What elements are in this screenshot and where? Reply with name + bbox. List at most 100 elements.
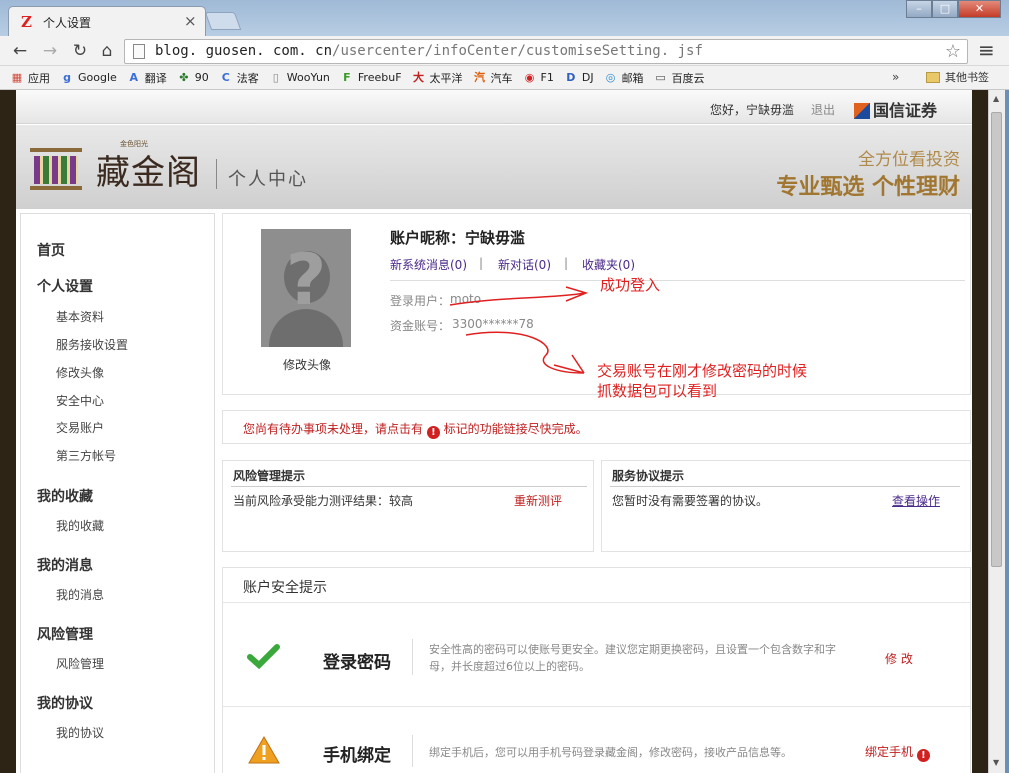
change-avatar-link[interactable]: 修改头像	[283, 356, 331, 373]
home-icon[interactable]: ⌂	[97, 41, 117, 61]
sidebar-group-risk[interactable]: 风险管理	[37, 624, 93, 644]
menu-icon[interactable]: ≡	[978, 38, 995, 62]
bookmark-item[interactable]: 汽汽车	[473, 70, 513, 86]
bookmark-item[interactable]: A 翻译	[127, 70, 167, 86]
new-tab-button[interactable]	[204, 12, 242, 30]
page-icon: ▯	[272, 70, 279, 84]
divider: |	[479, 256, 484, 270]
annotation-account-1: 交易账号在刚才修改密码的时候	[597, 362, 808, 380]
bookmark-label: 90	[194, 71, 209, 84]
risk-title: 风险管理提示	[233, 469, 306, 483]
mail-icon: ◎	[605, 70, 616, 84]
bookmark-item[interactable]: ▭ 百度云	[654, 70, 705, 86]
sidebar-item-risk[interactable]: 风险管理	[56, 655, 104, 672]
z-favicon-icon: Z	[21, 13, 32, 31]
sidebar-item-avatar[interactable]: 修改头像	[56, 364, 104, 381]
sidebar-group-messages[interactable]: 我的消息	[37, 555, 93, 575]
baidu-icon: ▭	[655, 70, 666, 84]
sidebar-item-messages[interactable]: 我的消息	[56, 586, 104, 603]
todo-text: 您尚有待办事项未处理，请点击有 ! 标记的功能链接尽快完成。	[243, 420, 588, 439]
bookmark-item[interactable]: ◎ 邮箱	[604, 70, 644, 86]
back-icon[interactable]: ←	[10, 41, 30, 61]
bookmark-label: 汽车	[490, 71, 513, 85]
sidebar-group-favorites[interactable]: 我的收藏	[37, 486, 93, 506]
apps-icon: ▦	[11, 70, 23, 84]
translate-icon: A	[129, 70, 139, 84]
bookmark-item[interactable]: 大太平洋	[412, 70, 463, 86]
question-mark-icon: ?	[285, 239, 327, 321]
sidebar-home[interactable]: 首页	[37, 240, 65, 260]
bookmark-label: WooYun	[286, 71, 330, 84]
password-desc: 安全性高的密码可以使账号更安全。建议您定期更换密码，且设置一个包含数字和字母，并…	[429, 643, 836, 673]
nickname: 账户昵称：宁缺毋滥	[390, 229, 526, 247]
password-title: 登录密码	[323, 653, 391, 673]
retest-link[interactable]: 重新测评	[514, 492, 562, 509]
favorites-link[interactable]: 收藏夹(0)	[582, 256, 635, 273]
new-chat-link[interactable]: 新对话(0)	[498, 256, 551, 273]
pconline-icon: 大	[413, 70, 425, 84]
sidebar-item-trade-account[interactable]: 交易账户	[56, 419, 104, 436]
phone-title: 手机绑定	[323, 746, 391, 766]
bookmark-label: 翻译	[144, 71, 167, 85]
todo-text-after: 标记的功能链接尽快完成。	[443, 422, 588, 436]
change-password-link[interactable]: 修 改	[885, 650, 913, 667]
page-content: 您好，宁缺毋滥 退出 国信证券 金色阳光 藏金阁 个人中心 全方位看投资 专业甄…	[16, 90, 972, 773]
guosen-logo-icon	[854, 103, 870, 119]
bookmark-90-icon: ✤	[179, 70, 189, 84]
forward-icon[interactable]: →	[40, 41, 60, 61]
bookmark-label: 百度云	[671, 71, 705, 85]
sidebar-item-security[interactable]: 安全中心	[56, 392, 104, 409]
url-text: blog. guosen. com. cn/usercenter/infoCen…	[155, 43, 703, 59]
maximize-icon[interactable]: □	[932, 0, 958, 18]
minimize-icon[interactable]: –	[906, 0, 932, 18]
security-panel: 账户安全提示 登录密码 安全性高的密码可以使账号更安全。建议您定期更换密码，且设…	[222, 567, 971, 773]
other-bookmarks[interactable]: 其他书签	[926, 69, 989, 85]
sidebar-item-service[interactable]: 服务接收设置	[56, 336, 128, 353]
logout-link[interactable]: 退出	[811, 101, 835, 118]
close-window-icon[interactable]: ✕	[958, 0, 1001, 18]
brand-name: 藏金阁	[96, 153, 201, 193]
security-row-phone: 手机绑定 绑定手机后，您可以用手机号码登录藏金阁，修改密码，接收产品信息等。 绑…	[223, 706, 970, 773]
bind-phone-link[interactable]: 绑定手机 !	[865, 743, 930, 762]
view-operation-link[interactable]: 查看操作	[892, 492, 940, 509]
bookmark-item[interactable]: ▦ 应用	[10, 70, 50, 86]
bookmark-item[interactable]: C 法客	[219, 70, 259, 86]
bookmark-item[interactable]: F FreebuF	[340, 71, 401, 85]
scroll-down-icon[interactable]: ▼	[993, 758, 999, 767]
folder-icon	[926, 71, 940, 83]
banner-divider	[216, 159, 217, 189]
annotation-login-ok: 成功登入	[600, 276, 661, 294]
banner: 金色阳光 藏金阁 个人中心 全方位看投资 专业甄选 个性理财	[16, 125, 972, 209]
reload-icon[interactable]: ↻	[70, 41, 90, 61]
row-divider	[412, 735, 413, 767]
alert-icon: !	[916, 749, 930, 762]
todo-text-before: 您尚有待办事项未处理，请点击有	[243, 422, 424, 436]
system-messages-link[interactable]: 新系统消息(0)	[390, 256, 467, 273]
sidebar-item-basic-info[interactable]: 基本资料	[56, 308, 104, 325]
security-title: 账户安全提示	[243, 580, 327, 596]
scrollbar-thumb[interactable]	[991, 112, 1002, 567]
security-row-password: 登录密码 安全性高的密码可以使账号更安全。建议您定期更换密码，且设置一个包含数字…	[223, 602, 970, 706]
broker-logo: 国信证券	[854, 97, 937, 121]
sidebar-group-settings[interactable]: 个人设置	[37, 276, 93, 296]
google-icon: g	[63, 70, 71, 84]
scroll-up-icon[interactable]: ▲	[993, 94, 999, 103]
bookmark-item[interactable]: ✤ 90	[177, 71, 209, 85]
address-bar[interactable]: blog. guosen. com. cn/usercenter/infoCen…	[124, 39, 968, 64]
tab-close-icon[interactable]: ×	[184, 12, 197, 30]
tab-active[interactable]: Z 个人设置 ×	[8, 6, 206, 36]
checkmark-icon	[247, 644, 280, 670]
service-text: 您暂时没有需要签署的协议。	[612, 494, 769, 508]
sidebar-item-agreements[interactable]: 我的协议	[56, 724, 104, 741]
sidebar-item-favorites[interactable]: 我的收藏	[56, 517, 104, 534]
star-icon[interactable]: ☆	[945, 41, 961, 62]
phone-desc: 绑定手机后，您可以用手机号码登录藏金阁，修改密码，接收产品信息等。	[429, 746, 792, 759]
sidebar-group-agreements[interactable]: 我的协议	[37, 693, 93, 713]
bookmark-item[interactable]: D DJ	[564, 71, 593, 85]
bookmark-item[interactable]: ◉ F1	[523, 71, 554, 85]
bookmarks-more-icon[interactable]: »	[892, 70, 899, 84]
sidebar-item-third-party[interactable]: 第三方帐号	[56, 447, 116, 464]
bookmark-item[interactable]: ▯ WooYun	[269, 71, 330, 85]
service-panel: 服务协议提示 您暂时没有需要签署的协议。 查看操作	[601, 460, 971, 552]
bookmark-item[interactable]: g Google	[60, 71, 117, 85]
